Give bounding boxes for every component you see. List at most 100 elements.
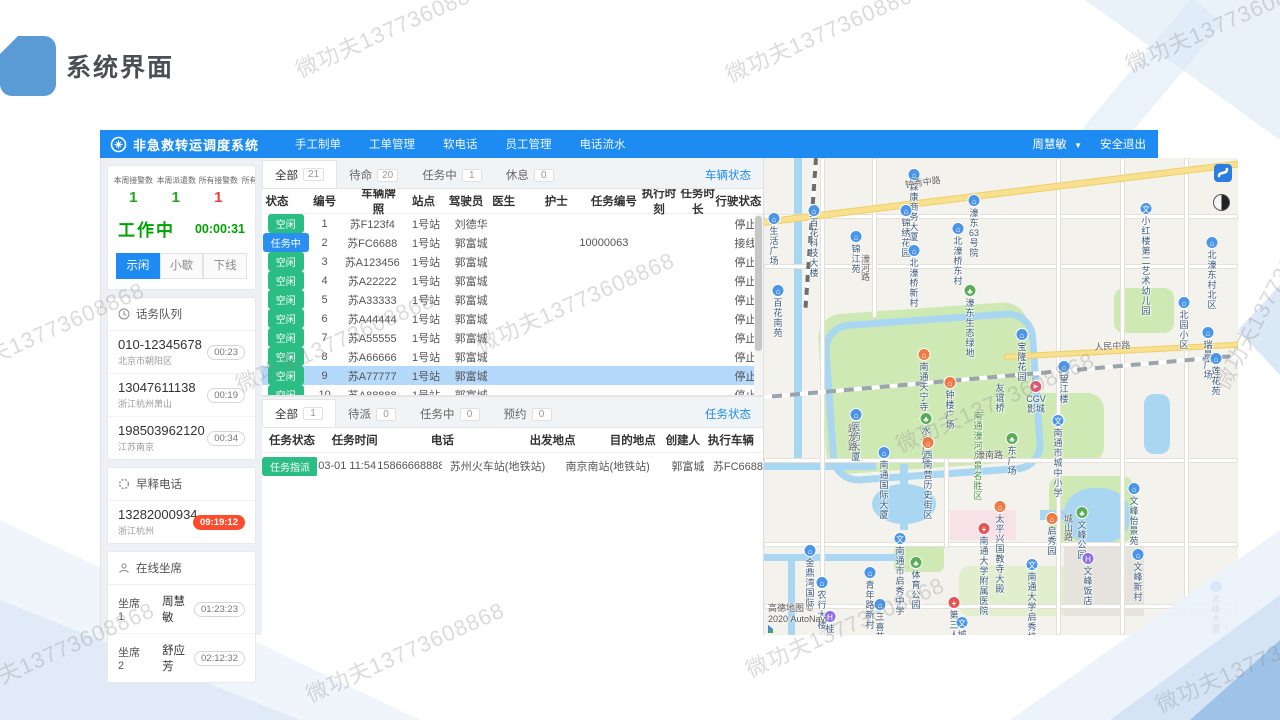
map-poi[interactable]: ⌂ 北濠桥东村 bbox=[952, 222, 965, 286]
vehicle-status-badge: 空闲 bbox=[268, 271, 304, 290]
map-poi[interactable]: ⌂ 莲花苑 bbox=[1210, 352, 1223, 396]
vehicle-row[interactable]: 空闲 8 苏A66666 1号站 郭富城 停止 bbox=[262, 347, 763, 366]
person-icon bbox=[118, 562, 130, 574]
early-release-title: 早释电话 bbox=[136, 476, 182, 492]
call-queue-item[interactable]: 13047611138 浙江杭州萧山 00:19 bbox=[108, 374, 255, 417]
stat-item: 所有派遣数 1 bbox=[240, 174, 256, 206]
map-provider-icon[interactable] bbox=[1214, 164, 1232, 182]
task-row[interactable]: 任务指派 03-01 11:54 15866668888 苏州火车站(地铁站) … bbox=[262, 453, 763, 479]
map-poi[interactable]: 文 南通大学启秀校区 bbox=[1026, 558, 1039, 635]
task-tab[interactable]: 待派 0 bbox=[336, 401, 408, 427]
map-poi[interactable]: ⌂ 濠东63号院 bbox=[968, 194, 981, 258]
map-poi[interactable]: ♣ 体育公园 bbox=[910, 556, 923, 610]
map-poi[interactable]: + 南通大学附属医院 bbox=[978, 522, 991, 616]
task-creator: 郭富城 bbox=[663, 458, 713, 474]
tab-count-badge: 1 bbox=[303, 407, 323, 420]
map-poi[interactable]: ⌂ 百花南苑 bbox=[772, 284, 785, 338]
caller-location: 北京市朝阳区 bbox=[118, 354, 207, 367]
map-poi[interactable]: ⌂ 宝隆花园 bbox=[1016, 328, 1029, 382]
nav-menu-item[interactable]: 手工制单 bbox=[295, 136, 341, 152]
poi-label: CGV影城 bbox=[1026, 394, 1046, 414]
map-poi[interactable]: ⌂ 文峰怡景苑 bbox=[1128, 482, 1141, 546]
agent-state-button[interactable]: 小歇 bbox=[160, 253, 204, 279]
vehicle-station: 1号站 bbox=[405, 292, 448, 308]
vehicle-driver: 郭富城 bbox=[447, 235, 495, 251]
map-poi[interactable]: ⌂ 望江楼 bbox=[1058, 360, 1071, 404]
map-poi[interactable]: ⌂ 文峰大厦 bbox=[1210, 580, 1223, 634]
nav-menu-item[interactable]: 电话流水 bbox=[580, 136, 626, 152]
map-poi[interactable]: ⌂ 启秀园 bbox=[1046, 512, 1059, 556]
poi-icon: ♣ bbox=[910, 556, 923, 569]
nav-menu-item[interactable]: 工单管理 bbox=[369, 136, 415, 152]
map-poi[interactable]: ⌂ 西南营历史街区 bbox=[922, 436, 935, 520]
map-poi[interactable]: ⌂ 百花科技大楼 bbox=[808, 204, 821, 278]
vehicle-tab[interactable]: 休息 0 bbox=[494, 162, 566, 188]
vehicle-row[interactable]: 空闲 1 苏F123f4 1号站 刘德华 停止 bbox=[262, 214, 763, 233]
vehicle-row[interactable]: 空闲 10 苏A88888 1号站 郭富城 停止 bbox=[262, 385, 763, 395]
vehicle-row[interactable]: 空闲 4 苏A22222 1号站 郭富城 停止 bbox=[262, 271, 763, 290]
vehicle-tab[interactable]: 任务中 1 bbox=[410, 162, 494, 188]
map-poi[interactable]: ⌂ 文峰新村 bbox=[1132, 548, 1145, 602]
vehicle-row[interactable]: 空闲 9 苏A77777 1号站 郭富城 停止 bbox=[262, 366, 763, 385]
map-poi[interactable]: 文 小红楼第二艺术幼儿园 bbox=[1140, 202, 1153, 316]
map-poi[interactable]: 文 城南小学 bbox=[956, 616, 969, 635]
map-poi[interactable]: ⌂ 太平兴国教寺大殿 bbox=[994, 500, 1007, 594]
map-poi[interactable]: ⌂ 北濠东村北区 bbox=[1206, 236, 1219, 310]
vehicle-row[interactable]: 空闲 3 苏A123456 1号站 郭富城 停止 bbox=[262, 252, 763, 271]
user-menu[interactable]: 周慧敏 ▼ bbox=[1032, 136, 1082, 152]
page-title: 系统界面 bbox=[66, 48, 174, 84]
agent-state-button[interactable]: 示闲 bbox=[116, 253, 160, 279]
vehicle-tab[interactable]: 待命 20 bbox=[337, 162, 410, 188]
column-header: 行驶状态 bbox=[715, 193, 761, 209]
task-panel: 全部 1 待派 0 任务中 0 预约 0 任务状态 任务状态任务时间电话出发地点… bbox=[262, 397, 763, 635]
vehicle-status-badge: 任务中 bbox=[263, 233, 309, 252]
call-queue-item[interactable]: 010-12345678 北京市朝阳区 00:23 bbox=[108, 331, 255, 374]
task-tab[interactable]: 任务中 0 bbox=[408, 401, 492, 427]
panorama-icon[interactable] bbox=[1213, 194, 1230, 211]
agent-state-buttons: 示闲小歇下线 bbox=[108, 247, 255, 289]
poi-icon: ⌂ bbox=[1046, 512, 1059, 525]
vehicle-plate: 苏A123456 bbox=[340, 254, 405, 270]
road-label: 濠河路 bbox=[859, 254, 872, 281]
vehicle-row[interactable]: 空闲 7 苏A55555 1号站 郭富城 停止 bbox=[262, 328, 763, 347]
task-status-link[interactable]: 任务状态 bbox=[705, 406, 751, 422]
map-poi[interactable]: ♣ 濠东生态绿地 bbox=[964, 284, 977, 358]
map-poi[interactable]: ⌂ 北园小区 bbox=[1178, 296, 1191, 350]
map-poi[interactable]: ▶ CGV影城 bbox=[1026, 380, 1046, 414]
agent-row[interactable]: 坐席1 周慧敏 01:23:23 bbox=[108, 585, 255, 634]
vehicle-row[interactable]: 空闲 5 苏A33333 1号站 郭富城 停止 bbox=[262, 290, 763, 309]
map-poi[interactable]: 文 南通市城中小学 bbox=[1052, 414, 1065, 498]
map-poi[interactable]: ⌂ 南通国际大厦 bbox=[878, 446, 891, 520]
nav-menu-item[interactable]: 软电话 bbox=[443, 136, 478, 152]
agent-state-button[interactable]: 下线 bbox=[203, 253, 247, 279]
map-poi[interactable]: ⌂ 北濠桥新村 bbox=[908, 244, 921, 308]
column-header: 目的地点 bbox=[608, 432, 658, 448]
map-poi[interactable]: 文 南通市启秀中学 bbox=[894, 532, 907, 616]
vehicle-tab[interactable]: 全部 21 bbox=[262, 160, 337, 188]
map-poi[interactable]: 友谊桥 bbox=[995, 382, 1004, 413]
poi-icon: 文 bbox=[1026, 558, 1039, 571]
agent-seat: 坐席1 bbox=[118, 595, 144, 623]
task-tab[interactable]: 预约 0 bbox=[492, 401, 564, 427]
map-poi[interactable]: ⌂ 南通天宁寺 bbox=[918, 348, 931, 412]
scrollbar-thumb[interactable] bbox=[755, 216, 762, 351]
map-poi[interactable]: ⌂ 三喜花苑 bbox=[874, 598, 887, 635]
map-poi[interactable]: ⌂ 钟楼广场 bbox=[944, 376, 957, 430]
vehicle-row[interactable]: 空闲 6 苏A44444 1号站 郭富城 停止 bbox=[262, 309, 763, 328]
call-queue-item[interactable]: 198503962120 江苏南京 00:34 bbox=[108, 417, 255, 459]
map-poi[interactable]: ♣ 东广场 bbox=[1006, 432, 1019, 476]
scrollbar-track[interactable] bbox=[754, 214, 763, 395]
vehicle-table-body: 空闲 1 苏F123f4 1号站 刘德华 停止 任务中 2 bbox=[262, 214, 763, 395]
nav-menu-item[interactable]: 员工管理 bbox=[506, 136, 552, 152]
agent-row[interactable]: 坐席2 舒应芳 02:12:32 bbox=[108, 634, 255, 682]
map-poi[interactable]: ⌂ 生活广场 bbox=[768, 212, 781, 266]
vehicle-driver: 郭富城 bbox=[447, 368, 495, 384]
map-poi[interactable]: H 文峰饭店 bbox=[1082, 552, 1095, 606]
poi-icon: ⌂ bbox=[1178, 296, 1191, 309]
vehicle-status-link[interactable]: 车辆状态 bbox=[705, 167, 751, 183]
map[interactable]: ⌂ 森康商务大厦 ⌂ 濠东63号院 文 小红楼第二艺术幼儿园 ⌂ 北濠东村北区 … bbox=[764, 158, 1238, 635]
logout-button[interactable]: 安全退出 bbox=[1100, 136, 1146, 152]
task-tab[interactable]: 全部 1 bbox=[262, 399, 336, 427]
early-release-item[interactable]: 13282000934 浙江杭州 09:19:12 bbox=[108, 501, 255, 543]
vehicle-row[interactable]: 任务中 2 苏FC6688 1号站 郭富城 10000063 接线 bbox=[262, 233, 763, 252]
